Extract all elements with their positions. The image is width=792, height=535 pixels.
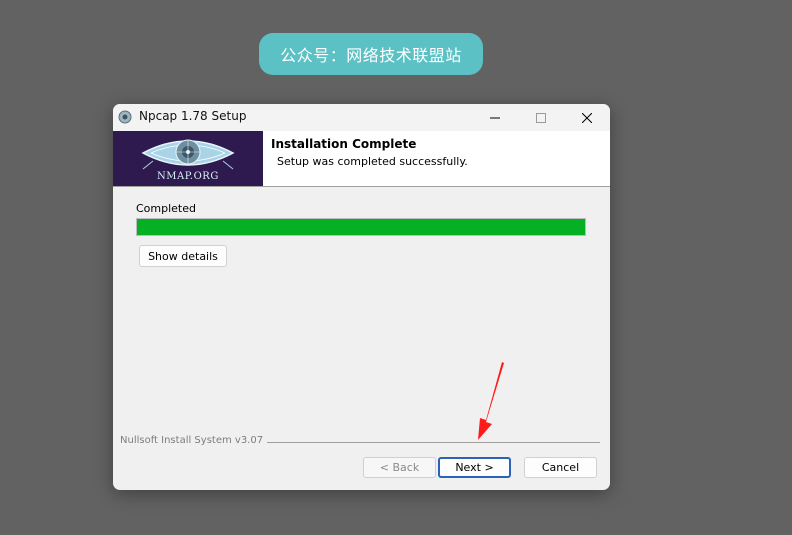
next-button-label: Next > [455, 461, 494, 474]
cancel-button-label: Cancel [541, 461, 580, 474]
logo-text: NMAP.ORG [157, 171, 219, 182]
watermark-text: 公众号：网络技术联盟站 [280, 46, 462, 65]
show-details-label: Show details [148, 249, 218, 263]
status-label: Completed [136, 202, 196, 215]
watermark-banner: 公众号：网络技术联盟站 [259, 33, 483, 75]
red-arrow-annotation [478, 362, 504, 440]
window-title: Npcap 1.78 Setup [139, 109, 247, 123]
maximize-icon [536, 112, 546, 123]
next-button[interactable]: Next > [438, 457, 511, 478]
close-button[interactable] [564, 104, 610, 131]
page-title: Installation Complete [271, 137, 417, 151]
back-button[interactable]: < Back [363, 457, 436, 478]
minimize-icon [490, 117, 500, 118]
show-details-button[interactable]: Show details [139, 245, 227, 267]
setup-window: Npcap 1.78 Setup NMAP.ORG Installation C… [113, 104, 610, 490]
page-subtitle: Setup was completed successfully. [277, 155, 468, 168]
close-icon [582, 112, 592, 123]
npcap-app-icon [118, 110, 132, 124]
back-button-label: < Back [379, 461, 420, 474]
nsis-branding: Nullsoft Install System v3.07 [120, 435, 268, 446]
minimize-button[interactable] [472, 104, 518, 131]
cancel-button[interactable]: Cancel [524, 457, 597, 478]
installer-header: NMAP.ORG Installation Complete Setup was… [113, 131, 610, 187]
progress-bar-fill [137, 219, 585, 235]
progress-bar [136, 218, 586, 236]
nmap-logo: NMAP.ORG [113, 131, 263, 186]
title-bar: Npcap 1.78 Setup [113, 104, 610, 131]
maximize-button[interactable] [518, 104, 564, 131]
